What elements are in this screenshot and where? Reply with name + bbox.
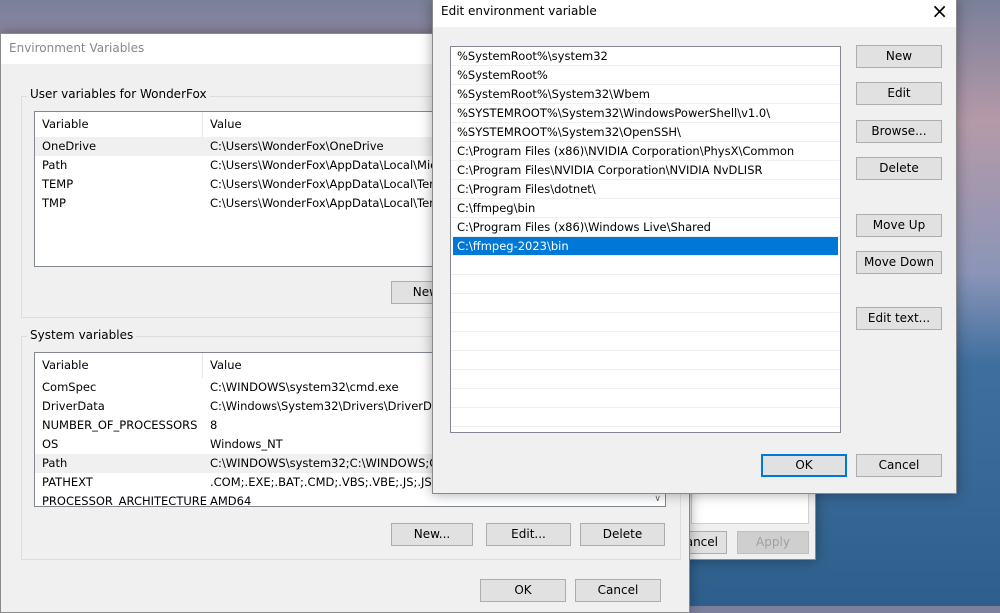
empty-row[interactable]	[451, 389, 840, 408]
empty-row[interactable]	[451, 275, 840, 294]
column-header-variable[interactable]: Variable	[35, 112, 203, 137]
variable-value: C:\Users\WonderFox\AppData\Local\Micr	[210, 158, 442, 172]
path-entry[interactable]: C:\ffmpeg-2023\bin	[453, 237, 838, 256]
empty-row[interactable]	[451, 332, 840, 351]
apply-button[interactable]: Apply	[737, 531, 809, 554]
browse-button[interactable]: Browse...	[856, 120, 942, 143]
variable-name: PROCESSOR_ARCHITECTURE	[42, 494, 208, 507]
empty-row[interactable]	[451, 370, 840, 389]
column-header-value[interactable]: Value	[203, 353, 242, 378]
variable-value: C:\Windows\System32\Drivers\DriverData	[210, 399, 451, 413]
white-panel	[691, 491, 809, 524]
variable-name: Path	[42, 158, 68, 172]
variable-value: .COM;.EXE;.BAT;.CMD;.VBS;.VBE;.JS;.JSE;.…	[210, 475, 458, 489]
dialog-title-text: Edit environment variable	[441, 4, 597, 18]
variable-value: C:\WINDOWS\system32\cmd.exe	[210, 380, 399, 394]
path-entry[interactable]: %SystemRoot%\System32\Wbem	[451, 85, 840, 104]
scroll-down-icon[interactable]: ∨	[654, 494, 661, 504]
variable-name: OneDrive	[42, 139, 97, 153]
variable-value: C:\WINDOWS\system32;C:\WINDOWS;C:\	[210, 456, 446, 470]
path-entry[interactable]: C:\Program Files (x86)\Windows Live\Shar…	[451, 218, 840, 237]
empty-row[interactable]	[451, 294, 840, 313]
empty-row[interactable]	[451, 256, 840, 275]
path-entry[interactable]: C:\Program Files\dotnet\	[451, 180, 840, 199]
system-delete-button[interactable]: Delete	[580, 523, 665, 546]
cancel-button[interactable]: Cancel	[856, 454, 942, 477]
new-button[interactable]: New	[856, 45, 942, 68]
path-entry[interactable]: %SystemRoot%\system32	[451, 47, 840, 66]
variable-name: TEMP	[42, 177, 74, 191]
path-entry[interactable]: %SystemRoot%	[451, 66, 840, 85]
variable-name: DriverData	[42, 399, 105, 413]
path-entry[interactable]: %SYSTEMROOT%\System32\OpenSSH\	[451, 123, 840, 142]
system-new-button[interactable]: New...	[391, 523, 473, 546]
move-down-button[interactable]: Move Down	[856, 251, 942, 274]
empty-row[interactable]	[451, 408, 840, 427]
path-entry[interactable]: C:\Program Files\NVIDIA Corporation\NVID…	[451, 161, 840, 180]
variable-value: Windows_NT	[210, 437, 283, 451]
variable-name: Path	[42, 456, 68, 470]
dialog-title: Edit environment variable ×	[433, 0, 956, 27]
cancel-button[interactable]: Cancel	[575, 579, 661, 602]
close-icon[interactable]: ×	[931, 0, 948, 22]
column-header-variable[interactable]: Variable	[35, 353, 203, 378]
variable-name: ComSpec	[42, 380, 97, 394]
variable-value: C:\Users\WonderFox\AppData\Local\Tem	[210, 196, 441, 210]
empty-row[interactable]	[451, 351, 840, 370]
edit-text-button[interactable]: Edit text...	[856, 307, 942, 330]
variable-name: OS	[42, 437, 59, 451]
empty-row[interactable]	[451, 313, 840, 332]
variable-value: AMD64	[210, 494, 252, 507]
delete-button[interactable]: Delete	[856, 157, 942, 180]
variable-value: C:\Users\WonderFox\AppData\Local\Tem	[210, 177, 441, 191]
variable-name: NUMBER_OF_PROCESSORS	[42, 418, 198, 432]
variable-value: C:\Users\WonderFox\OneDrive	[210, 139, 384, 153]
edit-button[interactable]: Edit	[856, 82, 942, 105]
path-entries-list[interactable]: %SystemRoot%\system32 %SystemRoot% %System…	[450, 46, 841, 433]
system-variables-label: System variables	[27, 328, 137, 342]
system-edit-button[interactable]: Edit...	[486, 523, 571, 546]
ok-button[interactable]: OK	[480, 579, 566, 602]
variable-value: 8	[210, 418, 218, 432]
path-entry[interactable]: C:\ffmpeg\bin	[451, 199, 840, 218]
column-header-value[interactable]: Value	[203, 112, 242, 137]
user-variables-label: User variables for WonderFox	[27, 87, 210, 101]
path-entry[interactable]: %SYSTEMROOT%\System32\WindowsPowerShell\…	[451, 104, 840, 123]
variable-name: TMP	[42, 196, 66, 210]
table-row[interactable]: PROCESSOR_ARCHITECTURE AMD64	[35, 492, 665, 507]
path-entry[interactable]: C:\Program Files (x86)\NVIDIA Corporatio…	[451, 142, 840, 161]
move-up-button[interactable]: Move Up	[856, 214, 942, 237]
variable-name: PATHEXT	[42, 475, 93, 489]
ok-button[interactable]: OK	[761, 454, 847, 477]
